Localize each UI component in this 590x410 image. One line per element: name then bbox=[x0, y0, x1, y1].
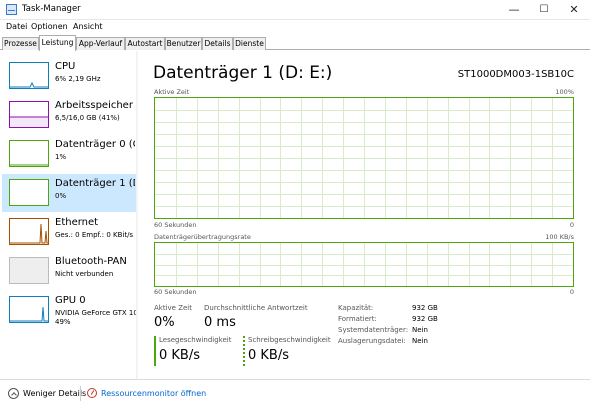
active-time-label: Aktive Zeit bbox=[154, 304, 192, 312]
sidebar-item-gpu[interactable]: GPU 0 NVIDIA GeForce GTX 1070 49% bbox=[2, 291, 137, 331]
sidebar-item-disk-0[interactable]: Datenträger 0 (C:) 1% bbox=[2, 135, 136, 173]
write-speed-indicator bbox=[243, 336, 245, 366]
sidebar-item-label: GPU 0 bbox=[55, 295, 86, 306]
menu-file[interactable]: Datei bbox=[6, 22, 27, 31]
performance-sidebar: CPU 6% 2,19 GHz Arbeitsspeicher 6,5/16,0… bbox=[0, 51, 138, 379]
graph1-max: 100% bbox=[555, 88, 574, 96]
fewer-details-link[interactable]: Weniger Details bbox=[23, 389, 86, 398]
write-speed-value: 0 KB/s bbox=[248, 348, 289, 363]
menu-bar: Datei Optionen Ansicht bbox=[0, 20, 590, 34]
read-speed-indicator bbox=[154, 336, 156, 366]
read-speed-value: 0 KB/s bbox=[159, 348, 200, 363]
graph2-max: 100 KB/s bbox=[545, 233, 574, 241]
sidebar-item-label: Arbeitsspeicher bbox=[55, 100, 133, 111]
sidebar-item-sub: 6% 2,19 GHz bbox=[55, 75, 101, 83]
tab-app-history[interactable]: App-Verlauf bbox=[76, 37, 125, 50]
formatted-label: Formatiert: bbox=[338, 315, 377, 323]
system-disk-label: Systemdatenträger: bbox=[338, 326, 409, 334]
disk-model: ST1000DM003-1SB10C bbox=[457, 69, 574, 80]
menu-options[interactable]: Optionen bbox=[31, 22, 68, 31]
tab-users[interactable]: Benutzer bbox=[165, 37, 202, 50]
page-file-label: Auslagerungsdatei: bbox=[338, 337, 406, 345]
sidebar-item-ethernet[interactable]: Ethernet Ges.: 0 Empf.: 0 KBit/s bbox=[2, 213, 136, 251]
capacity-value: 932 GB bbox=[412, 304, 438, 312]
cpu-thumbnail bbox=[9, 62, 49, 89]
maximize-button[interactable]: ☐ bbox=[530, 0, 558, 20]
sidebar-item-label: Bluetooth-PAN bbox=[55, 256, 127, 267]
memory-thumbnail bbox=[9, 101, 49, 128]
bottom-bar: Weniger Details Ressourcenmonitor öffnen bbox=[0, 379, 590, 410]
sidebar-item-label: Datenträger 1 (D: E:) bbox=[55, 178, 135, 189]
bluetooth-thumbnail bbox=[9, 257, 49, 284]
formatted-value: 932 GB bbox=[412, 315, 438, 323]
capacity-label: Kapazität: bbox=[338, 304, 374, 312]
sidebar-item-label: Ethernet bbox=[55, 217, 99, 228]
resource-monitor-icon[interactable] bbox=[87, 388, 97, 398]
graph1-min: 0 bbox=[569, 221, 574, 229]
tab-startup[interactable]: Autostart bbox=[125, 37, 165, 50]
sidebar-item-sub2: 49% bbox=[55, 318, 71, 326]
sidebar-item-label: CPU bbox=[55, 61, 76, 72]
graph2-label: Datenträgerübertragungsrate bbox=[154, 233, 251, 241]
sidebar-item-bluetooth[interactable]: Bluetooth-PAN Nicht verbunden bbox=[2, 252, 136, 290]
page-title: Datenträger 1 (D: E:) bbox=[153, 63, 333, 83]
sidebar-item-sub: Ges.: 0 Empf.: 0 KBit/s bbox=[55, 231, 134, 239]
sidebar-item-sub: Nicht verbunden bbox=[55, 270, 114, 278]
sidebar-item-sub: 1% bbox=[55, 153, 67, 161]
graph2-min: 0 bbox=[569, 288, 574, 296]
transfer-rate-graph bbox=[154, 242, 574, 287]
gpu-thumbnail bbox=[9, 296, 49, 323]
ethernet-thumbnail bbox=[9, 218, 49, 245]
sidebar-item-sub: 0% bbox=[55, 192, 67, 200]
sidebar-item-disk-1[interactable]: Datenträger 1 (D: E:) 0% bbox=[2, 174, 136, 212]
sidebar-item-memory[interactable]: Arbeitsspeicher 6,5/16,0 GB (41%) bbox=[2, 96, 136, 134]
active-time-value: 0% bbox=[154, 315, 175, 330]
disk-0-thumbnail bbox=[9, 140, 49, 167]
graph2-time: 60 Sekunden bbox=[154, 288, 197, 296]
collapse-chevron-icon[interactable] bbox=[8, 388, 19, 399]
sidebar-item-cpu[interactable]: CPU 6% 2,19 GHz bbox=[2, 57, 136, 95]
divider bbox=[80, 386, 81, 401]
resource-monitor-link[interactable]: Ressourcenmonitor öffnen bbox=[101, 389, 206, 398]
tab-processes[interactable]: Prozesse bbox=[2, 37, 39, 50]
disk-detail-panel: Datenträger 1 (D: E:) ST1000DM003-1SB10C… bbox=[138, 51, 590, 379]
system-disk-value: Nein bbox=[412, 326, 428, 334]
minimize-button[interactable]: — bbox=[500, 0, 528, 20]
tab-performance[interactable]: Leistung bbox=[39, 35, 76, 51]
tab-bar: Prozesse Leistung App-Verlauf Autostart … bbox=[0, 35, 590, 51]
tab-details[interactable]: Details bbox=[202, 37, 233, 50]
close-button[interactable]: ✕ bbox=[560, 0, 588, 20]
sidebar-item-label: Datenträger 0 (C:) bbox=[55, 139, 135, 150]
title-bar: Task-Manager — ☐ ✕ bbox=[0, 0, 590, 20]
write-speed-label: Schreibgeschwindigkeit bbox=[248, 336, 331, 344]
read-speed-label: Lesegeschwindigkeit bbox=[159, 336, 232, 344]
menu-view[interactable]: Ansicht bbox=[73, 22, 103, 31]
graph1-time: 60 Sekunden bbox=[154, 221, 197, 229]
active-time-graph bbox=[154, 97, 574, 219]
sidebar-item-sub: NVIDIA GeForce GTX 1070 bbox=[55, 309, 137, 317]
task-manager-icon bbox=[6, 4, 17, 15]
window-title: Task-Manager bbox=[22, 4, 81, 14]
response-time-label: Durchschnittliche Antwortzeit bbox=[204, 304, 308, 312]
sidebar-item-sub: 6,5/16,0 GB (41%) bbox=[55, 114, 120, 122]
page-file-value: Nein bbox=[412, 337, 428, 345]
tab-services[interactable]: Dienste bbox=[233, 37, 266, 50]
response-time-value: 0 ms bbox=[204, 315, 236, 330]
graph1-label: Aktive Zeit bbox=[154, 88, 190, 96]
disk-1-thumbnail bbox=[9, 179, 49, 206]
